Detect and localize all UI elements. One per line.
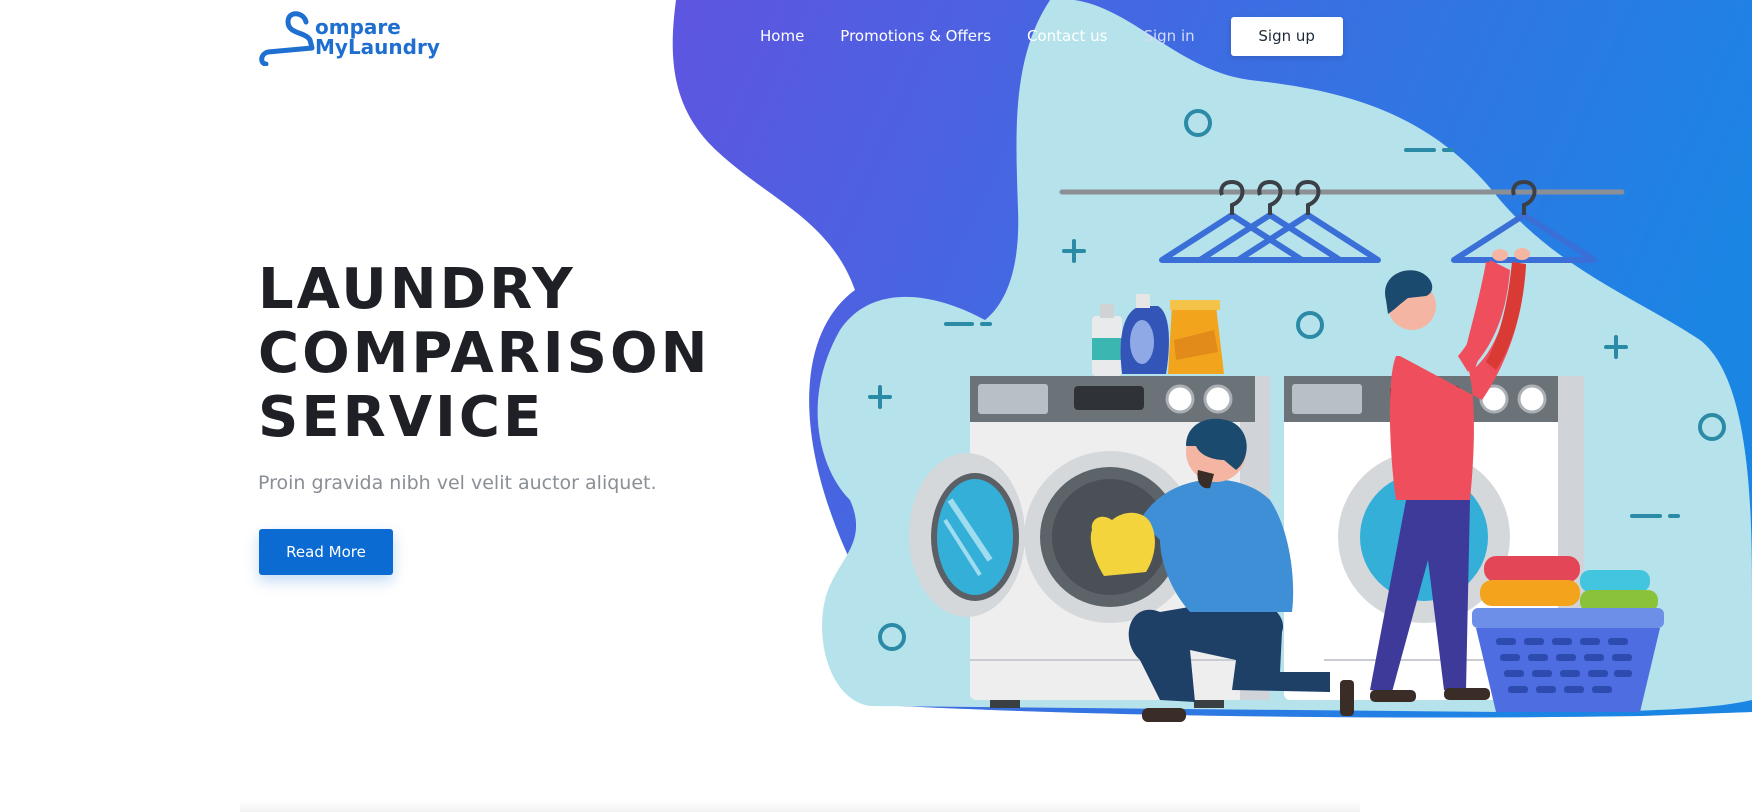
logo[interactable]: ompare MyLaundry <box>258 8 440 66</box>
hero-subtitle: Proin gravida nibh vel velit auctor aliq… <box>258 472 657 494</box>
hero-title-line-2: COMPARISON <box>258 321 711 386</box>
logo-text-line2: MyLaundry <box>315 35 440 59</box>
read-more-button[interactable]: Read More <box>259 529 393 575</box>
section-divider <box>240 800 1360 812</box>
nav-sign-in[interactable]: Sign in <box>1143 27 1194 45</box>
nav-contact-us[interactable]: Contact us <box>1027 27 1107 45</box>
hero-title-line-3: SERVICE <box>258 385 545 450</box>
laundry-basket-icon <box>1472 556 1664 712</box>
nav-home[interactable]: Home <box>760 27 804 45</box>
hero-title-line-1: LAUNDRY <box>258 257 576 322</box>
hanger-logo-icon <box>259 11 315 66</box>
main-nav: Home Promotions & Offers Contact us Sign… <box>760 16 1343 56</box>
sign-up-button[interactable]: Sign up <box>1230 16 1343 56</box>
hero-title: LAUNDRY COMPARISON SERVICE <box>258 258 710 450</box>
nav-promotions-offers[interactable]: Promotions & Offers <box>840 27 991 45</box>
